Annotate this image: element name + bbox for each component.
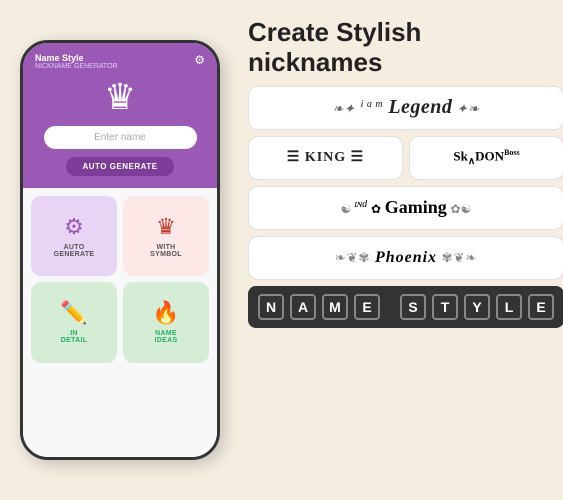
menu-card-with-symbol[interactable]: ♛ WITHSYMBOL: [123, 196, 209, 276]
nickname-row-2: ☰ KING ☰ Sk∧DONBoss: [248, 136, 563, 180]
right-section: Create Stylish nicknames ❧✦ i a m Legend…: [240, 0, 563, 500]
letter-N: N: [258, 294, 284, 320]
crown-icon: ♛: [104, 76, 136, 118]
in-detail-label: INDETAIL: [61, 330, 88, 344]
name-style-bar: N A M E S T Y L E: [248, 286, 563, 328]
skadon-nickname: Sk∧DONBoss: [453, 148, 519, 167]
pencil-icon: ✏️: [60, 300, 87, 326]
phone-header: Name Style NICKNAME GENERATOR ⚙ ♛ Enter …: [23, 43, 217, 188]
headline-line1: Create Stylish: [248, 17, 421, 47]
letter-A: A: [290, 294, 316, 320]
crown-symbol-icon: ♛: [156, 214, 176, 240]
nickname-card-gaming[interactable]: ☯ ɪɴd ✿ Gaming ✿☯: [248, 186, 563, 230]
menu-card-name-ideas[interactable]: 🔥 NAMEIDEAS: [123, 282, 209, 362]
headline-line2: nicknames: [248, 47, 382, 77]
name-ideas-label: NAMEIDEAS: [155, 330, 178, 344]
legend-nickname: ❧✦ i a m Legend ✦❧: [333, 96, 480, 119]
phone-frame: Name Style NICKNAME GENERATOR ⚙ ♛ Enter …: [20, 40, 220, 460]
letter-T: T: [432, 294, 458, 320]
nickname-card-king[interactable]: ☰ KING ☰: [248, 136, 403, 180]
letter-E: E: [354, 294, 380, 320]
letter-S: S: [400, 294, 426, 320]
letter-M: M: [322, 294, 348, 320]
phone-body: ⚙ AUTOGENERATE ♛ WITHSYMBOL ✏️ INDETAIL …: [23, 188, 217, 457]
app-name: Name Style: [35, 53, 118, 63]
settings-icon: ⚙: [64, 214, 84, 240]
letter-E2: E: [528, 294, 554, 320]
gear-icon[interactable]: ⚙: [194, 53, 205, 67]
king-nickname: ☰ KING ☰: [287, 149, 364, 166]
phone-mockup: Name Style NICKNAME GENERATOR ⚙ ♛ Enter …: [0, 0, 240, 500]
letter-L: L: [496, 294, 522, 320]
nickname-cards-list: ❧✦ i a m Legend ✦❧ ☰ KING ☰ Sk∧DONBoss ☯…: [248, 86, 563, 484]
nickname-card-legend[interactable]: ❧✦ i a m Legend ✦❧: [248, 86, 563, 130]
nickname-card-skadon[interactable]: Sk∧DONBoss: [409, 136, 563, 180]
menu-card-auto-generate[interactable]: ⚙ AUTOGENERATE: [31, 196, 117, 276]
flame-icon: 🔥: [152, 300, 179, 326]
headline: Create Stylish nicknames: [248, 18, 563, 78]
menu-card-in-detail[interactable]: ✏️ INDETAIL: [31, 282, 117, 362]
phoenix-nickname: ❧❦✾ Phoenix ✾❦❧: [335, 249, 478, 267]
app-subtitle: NICKNAME GENERATOR: [35, 63, 118, 70]
gaming-nickname: ☯ ɪɴd ✿ Gaming ✿☯: [341, 197, 472, 218]
name-input[interactable]: Enter name: [44, 126, 197, 149]
nickname-card-phoenix[interactable]: ❧❦✾ Phoenix ✾❦❧: [248, 236, 563, 280]
with-symbol-label: WITHSYMBOL: [150, 244, 182, 258]
letter-Y: Y: [464, 294, 490, 320]
auto-generate-button[interactable]: AUTO GENERATE: [66, 157, 173, 176]
auto-generate-label: AUTOGENERATE: [54, 244, 95, 258]
